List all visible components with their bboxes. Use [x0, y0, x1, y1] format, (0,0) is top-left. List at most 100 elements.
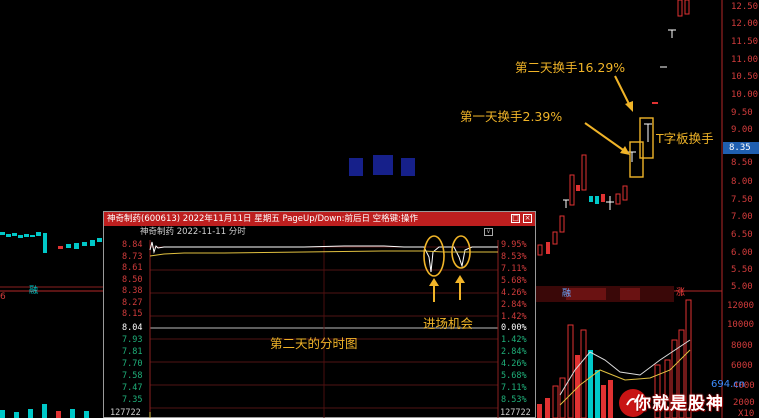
- volume-bar: [42, 404, 47, 418]
- price-tick: 7.58: [122, 371, 143, 381]
- candle: [581, 154, 587, 191]
- axis-tick: 7.00: [731, 212, 753, 222]
- left-marker: 融: [29, 286, 39, 296]
- axis-tick: 6.00: [731, 248, 753, 258]
- candle: [74, 243, 79, 249]
- candle: [97, 238, 102, 242]
- candle: [537, 244, 543, 256]
- volume-tick: 12000: [727, 301, 755, 311]
- current-price-marker: 8.35: [723, 142, 759, 154]
- axis-tick: 9.50: [731, 108, 753, 118]
- annotation-day2-turnover: 第二天换手16.29%: [515, 60, 626, 75]
- price-tick: 7.93: [122, 335, 143, 345]
- volume-bar: [537, 404, 542, 418]
- left-volume-bars: [0, 404, 89, 418]
- indicator-band: [566, 288, 606, 300]
- arrow-day2: [614, 75, 631, 107]
- volume-bar: [0, 410, 5, 418]
- volume-bar: [28, 409, 33, 418]
- volume-bar: [84, 411, 89, 418]
- price-tick: 8.73: [122, 252, 143, 262]
- price-tick: 7.35: [122, 395, 143, 405]
- annotation-t-board: T字板换手: [656, 131, 714, 146]
- axis-tick: 12.50: [731, 2, 759, 12]
- candle: [576, 185, 580, 191]
- axis-tick: 10.00: [731, 90, 759, 100]
- left-candles: [0, 232, 102, 253]
- volume-bar: [70, 409, 75, 418]
- price-tick: 7.70: [122, 359, 143, 369]
- pct-tick: 4.26%: [501, 288, 527, 298]
- pct-tick: 7.11%: [501, 264, 527, 274]
- left-number: 6: [0, 292, 6, 302]
- pct-tick: 1.42%: [501, 335, 527, 345]
- candle: [43, 233, 47, 253]
- volume-tick: 10000: [727, 320, 755, 330]
- volume-bar: [601, 385, 606, 418]
- volume-tick: 6000: [731, 361, 753, 371]
- axis-tick: 11.50: [731, 37, 759, 47]
- watermark-block: [373, 155, 393, 175]
- stock-chart-window: 12.50 12.00 11.50 11.00 10.50 10.00 9.50…: [0, 0, 759, 418]
- candle: [82, 242, 87, 246]
- annotation-day1-turnover: 第一天换手2.39%: [460, 109, 563, 124]
- axis-tick: 7.50: [731, 195, 753, 205]
- pct-tick: 8.53%: [501, 395, 527, 405]
- candle: [30, 235, 35, 237]
- candle: [569, 174, 575, 206]
- volume-bar: [552, 385, 559, 418]
- arrow-head: [625, 101, 633, 112]
- candle: [552, 231, 558, 245]
- arrow-head: [455, 275, 465, 283]
- price-tick: 8.27: [122, 298, 143, 308]
- watermark-block: [349, 158, 363, 176]
- axis-tick: 8.50: [731, 158, 753, 168]
- pct-tick: 8.53%: [501, 252, 527, 262]
- indicator-band: [620, 288, 640, 300]
- candle: [66, 244, 71, 248]
- arrow-head: [429, 278, 439, 286]
- pct-tick: 2.84%: [501, 347, 527, 357]
- axis-tick: 5.50: [731, 265, 753, 275]
- volume-bar: [14, 412, 19, 418]
- pct-tick: 9.95%: [501, 240, 527, 250]
- volume-label-right: 127722: [500, 408, 531, 418]
- axis-tick: 8.00: [731, 177, 753, 187]
- candle: [677, 0, 683, 17]
- volume-bar: [608, 380, 613, 418]
- price-tick: 8.50: [122, 275, 143, 285]
- axis-tick: 10.50: [731, 72, 759, 82]
- candle: [589, 196, 593, 202]
- price-tick: 8.84: [122, 240, 143, 250]
- volume-bar: [545, 398, 550, 418]
- axis-tick: 9.00: [731, 125, 753, 135]
- pct-tick: 4.26%: [501, 359, 527, 369]
- candle: [622, 185, 628, 201]
- candle: [36, 232, 41, 236]
- volume-bar: [56, 411, 61, 418]
- candle: [684, 0, 690, 15]
- volume-tick: 8000: [731, 341, 753, 351]
- candle: [559, 215, 565, 233]
- candle: [0, 232, 5, 235]
- candle: [18, 235, 23, 238]
- volume-bar: [595, 370, 600, 418]
- axis-tick: 11.00: [731, 55, 759, 65]
- price-tick: 8.04: [122, 323, 143, 333]
- candle: [12, 233, 17, 236]
- volume-bar: [588, 350, 593, 418]
- intraday-chart-label: 第二天的分时图: [270, 336, 358, 351]
- volume-label-left: 127722: [110, 408, 141, 418]
- pct-tick: 7.11%: [501, 383, 527, 393]
- price-tick: 7.81: [122, 347, 143, 357]
- indicator-tag: 涨: [676, 288, 686, 298]
- candle: [615, 193, 621, 205]
- arrow-head: [620, 146, 630, 155]
- entry-opportunity-label: 进场机会: [423, 316, 474, 331]
- candle: [595, 196, 599, 204]
- volume-bar: [567, 324, 574, 418]
- price-tick: 8.61: [122, 263, 143, 273]
- candle: [6, 234, 11, 237]
- price-tick: 8.38: [122, 286, 143, 296]
- watermark-block: [401, 158, 415, 176]
